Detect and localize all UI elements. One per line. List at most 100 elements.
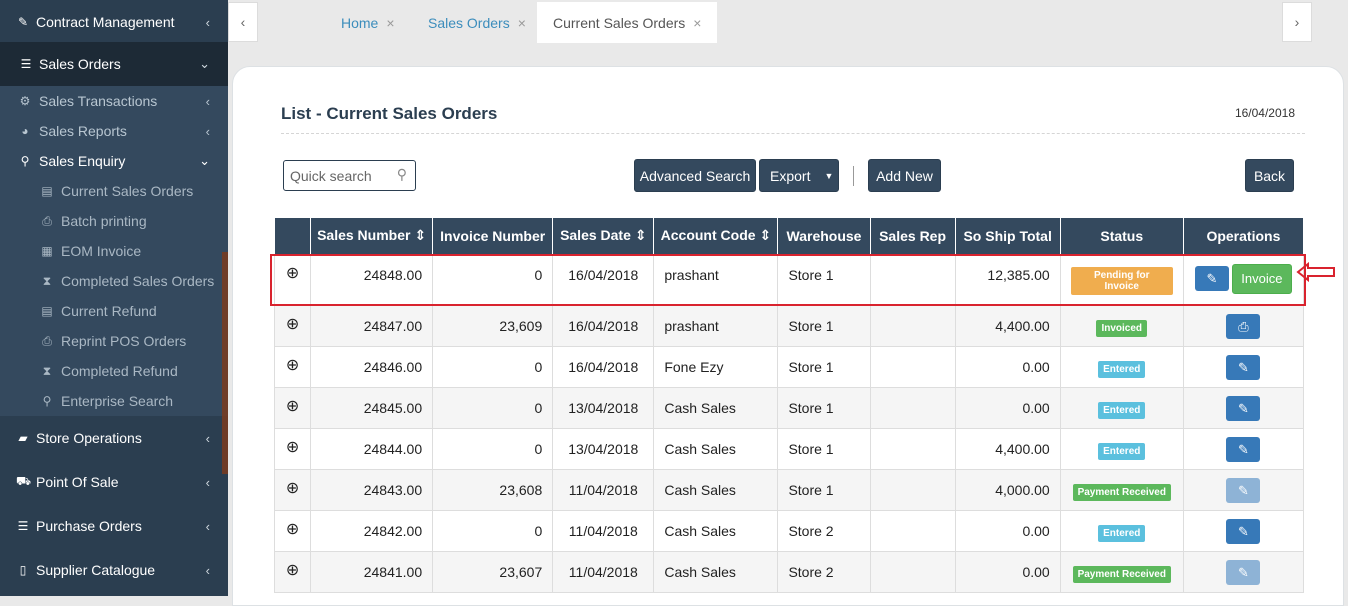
tabs-prev-button[interactable]: ‹: [228, 2, 258, 42]
sales-rep-cell: [869, 304, 956, 347]
back-button[interactable]: Back: [1245, 159, 1294, 192]
tab-label: Home: [341, 14, 379, 31]
expand-row-icon[interactable]: ⊕: [273, 345, 312, 388]
operations-cell: ✎: [1182, 386, 1305, 429]
table-row[interactable]: ⊕ 24841.00 23,607 11/04/2018 Cash Sales …: [273, 550, 1305, 593]
status-cell: Entered: [1059, 509, 1184, 552]
edit-button[interactable]: ✎: [1226, 395, 1261, 421]
tab-home[interactable]: Home ×: [341, 2, 395, 43]
account-code-cell: Cash Sales: [653, 509, 779, 552]
edit-button[interactable]: ✎: [1226, 354, 1261, 380]
table-row[interactable]: ⊕ 24845.00 0 13/04/2018 Cash Sales Store…: [273, 386, 1305, 429]
invoice-button[interactable]: Invoice: [1231, 263, 1292, 294]
header-label: Invoice Number: [440, 227, 546, 244]
search-icon: ⚲: [42, 394, 52, 408]
sidebar-item-sales-transactions[interactable]: ⚙ Sales Transactions ‹: [0, 86, 228, 116]
table-row[interactable]: ⊕ 24843.00 23,608 11/04/2018 Cash Sales …: [273, 468, 1305, 511]
sidebar-item-point-of-sale[interactable]: ⛟ Point Of Sale ‹: [0, 460, 228, 504]
chevron-left-icon: ‹: [205, 430, 210, 446]
sidebar-item-purchase-orders[interactable]: ☰ Purchase Orders ‹: [0, 504, 228, 548]
expand-row-icon[interactable]: ⊕: [273, 304, 312, 347]
table-row[interactable]: ⊕ 24848.00 0 16/04/2018 prashant Store 1…: [273, 253, 1305, 306]
sidebar-item-sales-reports[interactable]: ◕ Sales Reports ‹: [0, 116, 228, 146]
sidebar-item-contract-management[interactable]: ✎ Contract Management ‹: [0, 0, 228, 44]
edit-button-disabled: ✎: [1226, 559, 1261, 585]
sidebar-item-label: Contract Management: [36, 14, 175, 30]
status-cell: Pending for Invoice: [1059, 253, 1184, 306]
account-code-cell: Cash Sales: [653, 550, 779, 593]
close-icon[interactable]: ×: [693, 15, 701, 31]
account-code-cell: Cash Sales: [653, 386, 779, 429]
header-label: Account Code: [660, 227, 756, 244]
warehouse-cell: Store 1: [777, 304, 871, 347]
invoice-number-cell: 23,609: [432, 304, 554, 347]
arrow-left-icon: [1296, 262, 1335, 282]
tab-sales-orders[interactable]: Sales Orders ×: [428, 2, 526, 43]
column-header-sales-number[interactable]: Sales Number ⇕: [310, 218, 434, 254]
column-header-warehouse[interactable]: Warehouse: [777, 218, 871, 254]
sidebar-item-sales-orders[interactable]: ☰ Sales Orders ⌄: [0, 42, 228, 86]
sidebar-item-current-refund[interactable]: ▤ Current Refund: [0, 296, 228, 326]
column-header-so-ship-total[interactable]: So Ship Total: [955, 218, 1061, 254]
sidebar-item-current-sales-orders[interactable]: ▤ Current Sales Orders: [0, 176, 228, 206]
sidebar-item-label: Current Refund: [61, 303, 157, 319]
document-icon: ▤: [41, 304, 53, 318]
header-label: Warehouse: [786, 227, 862, 244]
expand-row-icon[interactable]: ⊕: [273, 550, 312, 593]
expand-row-icon[interactable]: ⊕: [273, 427, 312, 470]
sidebar-item-eom-invoice[interactable]: ▦ EOM Invoice: [0, 236, 228, 266]
search-input[interactable]: Quick search ⚲: [283, 160, 416, 191]
sidebar-scrollbar[interactable]: [222, 252, 228, 474]
sidebar-item-enterprise-search[interactable]: ⚲ Enterprise Search: [0, 386, 228, 416]
column-header-invoice-number[interactable]: Invoice Number: [432, 218, 554, 254]
sidebar-item-label: Point Of Sale: [36, 474, 119, 490]
invoice-number-cell: 0: [432, 509, 554, 552]
column-header-sales-rep[interactable]: Sales Rep: [870, 218, 956, 254]
sales-number-cell: 24841.00: [310, 550, 434, 593]
print-button[interactable]: ⎙: [1226, 313, 1261, 339]
sidebar-item-reprint-pos-orders[interactable]: ⎙ Reprint POS Orders: [0, 326, 228, 356]
expand-row-icon[interactable]: ⊕: [273, 468, 312, 511]
sidebar-item-label: Sales Orders: [39, 56, 121, 72]
expand-row-icon[interactable]: ⊕: [273, 253, 312, 306]
close-icon[interactable]: ×: [518, 15, 526, 31]
edit-button[interactable]: ✎: [1194, 266, 1229, 291]
tab-current-sales-orders[interactable]: Current Sales Orders ×: [537, 2, 718, 43]
sidebar-item-label: Current Sales Orders: [61, 183, 194, 199]
sidebar-item-completed-refund[interactable]: ⧗ Completed Refund: [0, 356, 228, 386]
page-date: 16/04/2018: [1234, 106, 1295, 120]
expand-column-header: [274, 218, 312, 254]
advanced-search-button[interactable]: Advanced Search: [634, 159, 756, 192]
sidebar-item-supplier-catalogue[interactable]: ▯ Supplier Catalogue ‹: [0, 548, 228, 592]
header-label: Sales Rep: [879, 227, 947, 244]
sidebar-item-store-operations[interactable]: ▰ Store Operations ‹: [0, 416, 228, 460]
column-header-account-code[interactable]: Account Code ⇕: [653, 218, 779, 254]
chevron-left-icon: ‹: [240, 14, 246, 30]
expand-row-icon[interactable]: ⊕: [273, 509, 312, 552]
sidebar-item-completed-sales-orders[interactable]: ⧗ Completed Sales Orders: [0, 266, 228, 296]
account-code-cell: prashant: [653, 253, 779, 306]
invoice-number-cell: 0: [432, 386, 554, 429]
header-label: Sales Number: [317, 227, 411, 244]
chevron-left-icon: ‹: [205, 518, 210, 534]
table-row[interactable]: ⊕ 24844.00 0 13/04/2018 Cash Sales Store…: [273, 427, 1305, 470]
table-row[interactable]: ⊕ 24846.00 0 16/04/2018 Fone Ezy Store 1…: [273, 345, 1305, 388]
close-icon[interactable]: ×: [386, 15, 394, 31]
sidebar-item-label: Sales Transactions: [39, 93, 158, 109]
edit-button[interactable]: ✎: [1226, 436, 1261, 462]
edit-button[interactable]: ✎: [1226, 518, 1261, 544]
add-new-button[interactable]: Add New: [868, 159, 941, 192]
export-button[interactable]: Export ▼: [759, 159, 839, 192]
status-badge: Entered: [1098, 442, 1146, 460]
expand-row-icon[interactable]: ⊕: [273, 386, 312, 429]
sidebar-item-batch-printing[interactable]: ⎙ Batch printing: [0, 206, 228, 236]
account-code-cell: Fone Ezy: [653, 345, 779, 388]
column-header-status[interactable]: Status: [1060, 218, 1184, 254]
book-icon: ▯: [19, 563, 27, 577]
table-row[interactable]: ⊕ 24847.00 23,609 16/04/2018 prashant St…: [273, 304, 1305, 347]
tabs-next-button[interactable]: ›: [1282, 2, 1312, 42]
column-header-sales-date[interactable]: Sales Date ⇕: [552, 218, 655, 254]
status-badge: Invoiced: [1096, 319, 1148, 337]
table-row[interactable]: ⊕ 24842.00 0 11/04/2018 Cash Sales Store…: [273, 509, 1305, 552]
sidebar-item-sales-enquiry[interactable]: ⚲ Sales Enquiry ⌄: [0, 146, 228, 176]
